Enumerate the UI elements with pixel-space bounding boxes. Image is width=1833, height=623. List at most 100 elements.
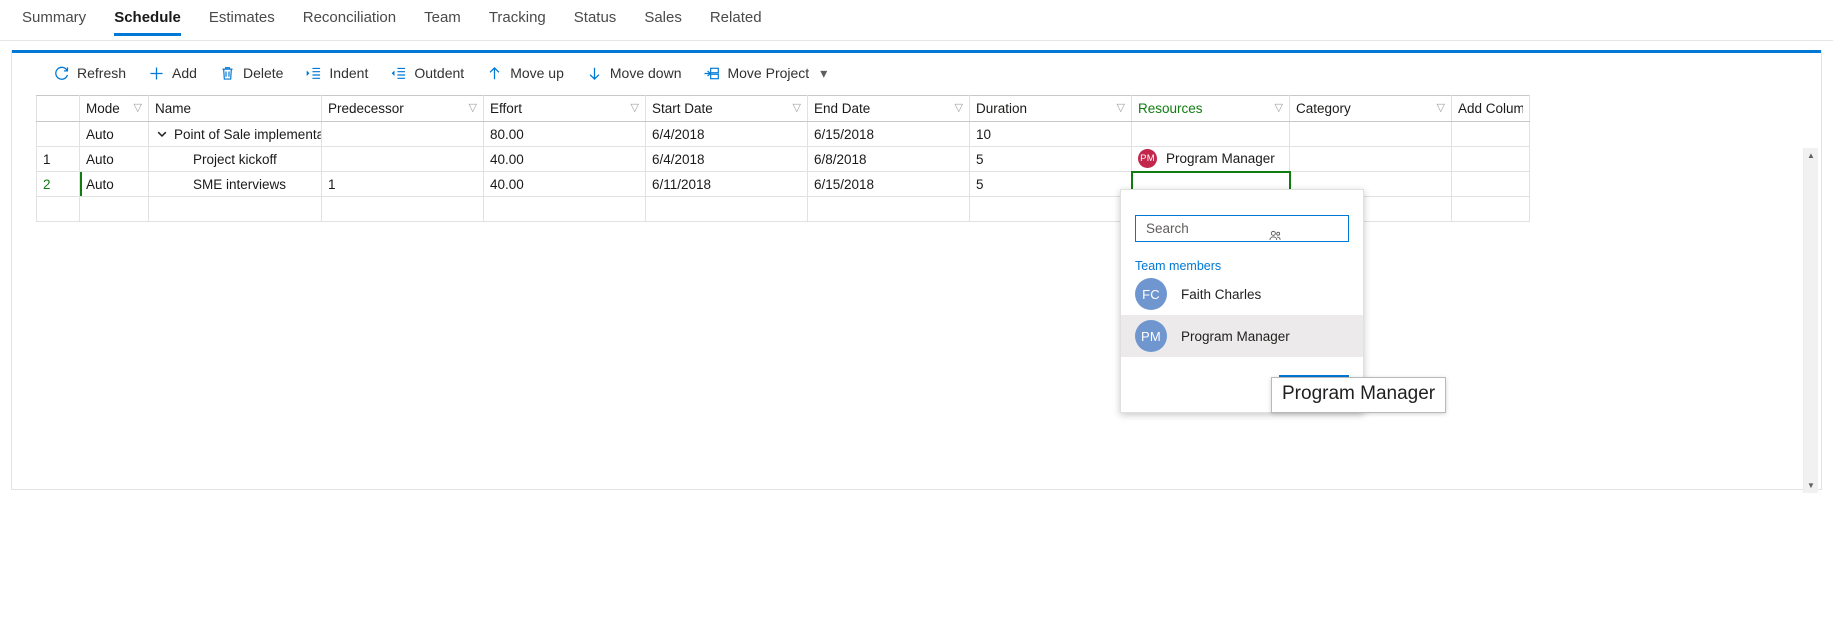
chevron-down-icon[interactable]: ▽ [1275,103,1283,114]
cell-effort[interactable]: 40.00 [483,146,646,172]
cell-start-date[interactable]: 6/4/2018 [645,121,808,147]
scroll-up-arrow-icon[interactable]: ▲ [1804,148,1818,163]
column-header-mode-label: Mode [86,101,120,116]
cell-predecessor[interactable] [321,121,484,147]
entity-tab-strip: Summary Schedule Estimates Reconciliatio… [0,0,1833,40]
cell-add-column[interactable] [1451,146,1530,172]
column-header-category[interactable]: Category ▽ [1289,95,1452,122]
cell-resources[interactable]: PM Program Manager [1131,146,1290,172]
search-input[interactable] [1144,220,1340,237]
move-project-button[interactable]: Move Project ▾ [692,59,838,87]
chevron-down-icon[interactable]: ▽ [955,103,963,114]
tab-related-label: Related [709,9,762,26]
column-header-start-date-label: Start Date [652,101,713,116]
outdent-label: Outdent [414,65,465,81]
add-button[interactable]: Add [137,59,208,87]
chevron-down-icon[interactable]: ▽ [631,103,639,114]
move-down-label: Move down [609,65,682,81]
cell-duration[interactable] [969,196,1132,222]
column-header-start-date[interactable]: Start Date ▽ [645,95,808,122]
cell-end-date[interactable] [807,196,970,222]
column-header-mode[interactable]: Mode ▽ [79,95,149,122]
column-header-add-column[interactable]: Add Column [1451,95,1530,122]
move-down-button[interactable]: Move down [575,59,693,87]
cell-name-label: SME interviews [193,176,287,192]
cell-duration[interactable]: 5 [969,146,1132,172]
people-picker-icon[interactable] [1268,229,1282,243]
grid-command-bar: Refresh Add Delete Indent Outdent Move u… [12,53,1821,93]
tab-status-label: Status [573,9,617,26]
cell-category[interactable] [1289,146,1452,172]
table-row[interactable]: 1 Auto Project kickoff 40.00 6/4/2018 6/… [36,146,1530,172]
cell-end-date[interactable]: 6/15/2018 [807,121,970,147]
cell-end-date[interactable]: 6/15/2018 [807,171,970,197]
cell-mode[interactable]: Auto [79,146,149,172]
chevron-down-icon[interactable]: ▽ [793,103,801,114]
delete-button[interactable]: Delete [208,59,294,87]
plus-icon [148,65,165,82]
cell-predecessor[interactable] [321,196,484,222]
cell-predecessor[interactable]: 1 [321,171,484,197]
cell-predecessor[interactable] [321,146,484,172]
column-header-name[interactable]: Name [148,95,322,122]
avatar: FC [1135,278,1167,310]
cell-start-date[interactable]: 6/4/2018 [645,146,808,172]
search-field[interactable] [1135,215,1349,242]
cell-effort[interactable]: 80.00 [483,121,646,147]
tab-estimates[interactable]: Estimates [195,0,289,38]
column-header-rownum[interactable] [36,95,80,122]
person-option-faith-charles[interactable]: FC Faith Charles [1121,273,1363,315]
column-header-end-date[interactable]: End Date ▽ [807,95,970,122]
outdent-icon [390,65,407,82]
cell-start-date[interactable] [645,196,808,222]
refresh-icon [53,65,70,82]
outdent-button[interactable]: Outdent [379,59,475,87]
tab-status[interactable]: Status [560,0,631,38]
cell-add-column[interactable] [1451,196,1530,222]
cell-add-column[interactable] [1451,121,1530,147]
cell-rownum [36,196,80,222]
chevron-down-icon[interactable]: ▽ [134,103,142,114]
tab-related[interactable]: Related [696,0,776,38]
tab-team[interactable]: Team [410,0,475,38]
cell-category[interactable] [1289,121,1452,147]
refresh-button[interactable]: Refresh [42,59,137,87]
add-label: Add [172,65,197,81]
column-header-duration[interactable]: Duration ▽ [969,95,1132,122]
chevron-down-icon[interactable]: ▽ [469,103,477,114]
column-header-effort[interactable]: Effort ▽ [483,95,646,122]
cell-resources[interactable] [1131,121,1290,147]
column-header-predecessor[interactable]: Predecessor ▽ [321,95,484,122]
expand-collapse-icon[interactable] [155,127,169,141]
cell-add-column[interactable] [1451,171,1530,197]
tab-tracking[interactable]: Tracking [475,0,560,38]
cell-name[interactable]: SME interviews [148,171,322,197]
person-option-program-manager[interactable]: PM Program Manager [1121,315,1363,357]
cell-name-label: Point of Sale implementati [174,126,322,142]
tab-summary[interactable]: Summary [8,0,100,38]
cell-end-date[interactable]: 6/8/2018 [807,146,970,172]
cell-effort[interactable]: 40.00 [483,171,646,197]
cell-name[interactable] [148,196,322,222]
cell-mode[interactable] [79,196,149,222]
tab-reconciliation[interactable]: Reconciliation [289,0,410,38]
cell-mode[interactable]: Auto [79,171,149,197]
column-header-resources[interactable]: Resources ▽ [1131,95,1290,122]
cell-name[interactable]: Point of Sale implementati [148,121,322,147]
cell-name[interactable]: Project kickoff [148,146,322,172]
scroll-down-arrow-icon[interactable]: ▼ [1804,478,1818,493]
indent-button[interactable]: Indent [294,59,379,87]
table-row[interactable]: Auto Point of Sale implementati 80.00 6/… [36,121,1530,147]
cell-duration[interactable]: 5 [969,171,1132,197]
cell-effort[interactable] [483,196,646,222]
tab-sales[interactable]: Sales [630,0,696,38]
chevron-down-icon[interactable]: ▽ [1437,103,1445,114]
tab-schedule[interactable]: Schedule [100,0,195,38]
grid-vertical-scrollbar[interactable]: ▲ ▼ [1803,148,1818,493]
chevron-down-icon[interactable]: ▽ [1117,103,1125,114]
person-name: Program Manager [1181,328,1290,344]
cell-start-date[interactable]: 6/11/2018 [645,171,808,197]
cell-mode[interactable]: Auto [79,121,149,147]
move-up-button[interactable]: Move up [475,59,575,87]
cell-duration[interactable]: 10 [969,121,1132,147]
